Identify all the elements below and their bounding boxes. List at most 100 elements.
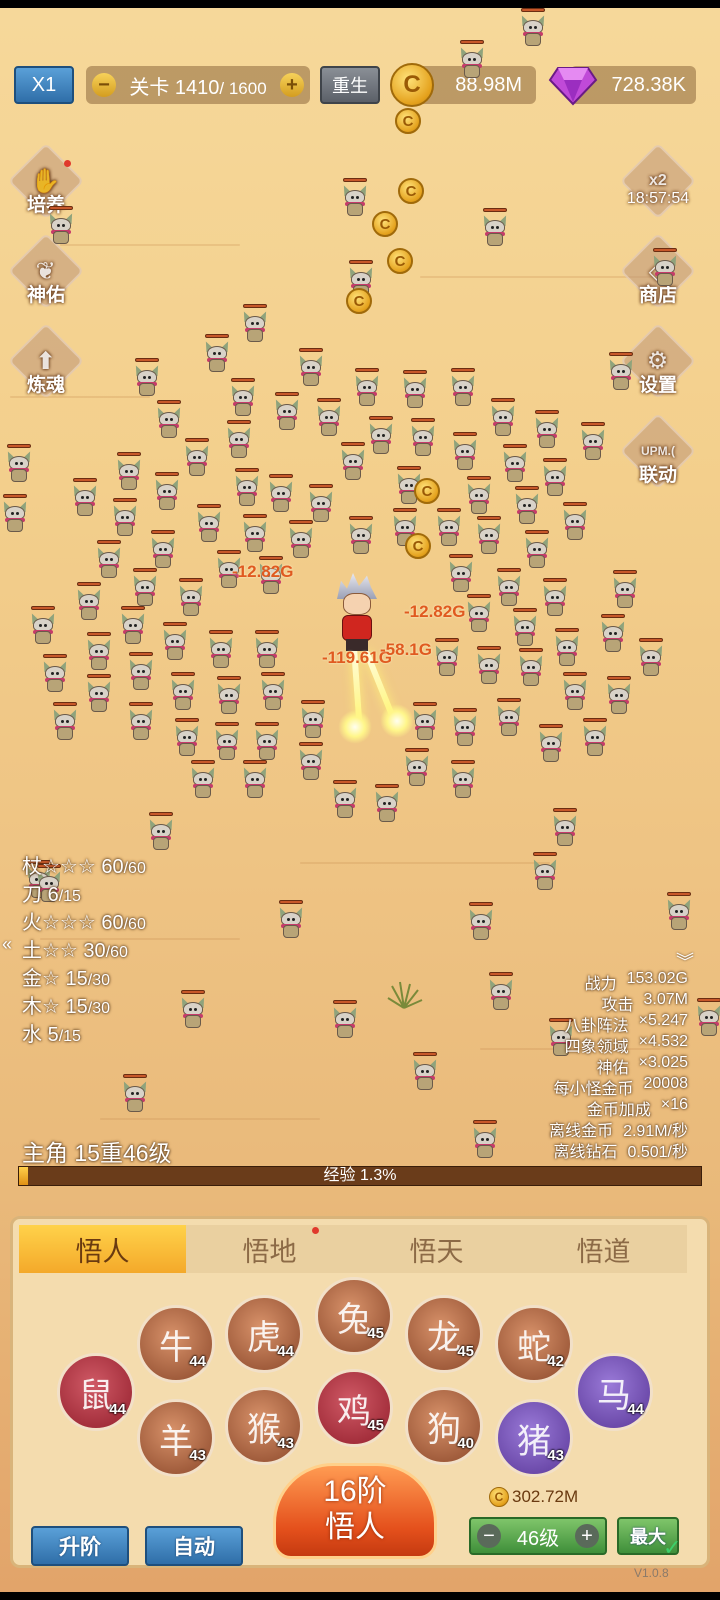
tab-wuren[interactable]: 悟人 <box>19 1225 186 1273</box>
check-icon: ✓ <box>663 1535 682 1560</box>
monster <box>578 422 608 462</box>
tab-wudao[interactable]: 悟道 <box>520 1225 687 1273</box>
monster <box>160 622 190 662</box>
monster <box>610 570 640 610</box>
tab-wutian[interactable]: 悟天 <box>353 1225 520 1273</box>
dropped-coin-icon: C <box>405 533 431 559</box>
side-blessing-button[interactable]: ❦ 神佑 <box>7 232 85 310</box>
weapon-water-stat: 水 5/15 <box>22 1024 81 1046</box>
impact-spark-icon <box>380 704 414 738</box>
monster <box>74 582 104 622</box>
coin-icon: C <box>489 1487 509 1507</box>
monster <box>530 852 560 892</box>
level-step-plus-button[interactable]: + <box>575 1524 599 1548</box>
exp-bar: 经验 1.3% <box>18 1166 702 1186</box>
stat-key: 离线钻石 <box>553 1144 618 1161</box>
link-button[interactable]: UPM.( 联动 <box>619 412 697 490</box>
weapon-wood-stat: 木☆ 15/30 <box>22 996 110 1018</box>
game-stage[interactable]: X1 − 关卡 1410/ 1600 + 重生 88.98M C 728.38K… <box>0 8 720 1592</box>
weapon-staff-stat: 杖☆☆☆ 60/60 <box>22 856 146 878</box>
monster <box>694 998 720 1038</box>
zodiac-ox-button[interactable]: 牛 44 <box>137 1305 215 1383</box>
zodiac-pig-button[interactable]: 猪 43 <box>495 1399 573 1477</box>
monster <box>516 648 546 688</box>
monster <box>296 742 326 782</box>
zodiac-rabbit-button[interactable]: 兔 45 <box>315 1277 393 1355</box>
level-plus-button[interactable]: + <box>279 73 304 97</box>
collapse-left-icon[interactable]: « <box>2 934 12 955</box>
level-step-minus-button[interactable]: − <box>477 1524 501 1548</box>
horse-icon: 马 <box>597 1376 631 1415</box>
monster <box>154 400 184 440</box>
monster <box>114 452 144 492</box>
monster <box>228 378 258 418</box>
monster <box>172 718 202 758</box>
monster <box>28 606 58 646</box>
weapon-fire-stat: 火☆☆☆ 60/60 <box>22 912 146 934</box>
monster <box>372 784 402 824</box>
damage-number: -12.82G <box>232 562 294 581</box>
pig-icon: 猪 <box>517 1422 551 1461</box>
tab-wudi[interactable]: 悟地 <box>186 1225 353 1273</box>
zodiac-snake-button[interactable]: 蛇 42 <box>495 1305 573 1383</box>
impact-spark-icon <box>338 710 372 744</box>
zodiac-rooster-button[interactable]: 鸡 45 <box>315 1369 393 1447</box>
level-total: / 1600 <box>219 78 267 98</box>
monster <box>598 614 628 654</box>
damage-number: -12.82G <box>404 602 466 621</box>
weapon-metal-stat: 金☆ 15/30 <box>22 968 110 990</box>
goat-icon: 羊 <box>159 1422 193 1461</box>
level-text: 关卡 1410/ 1600 <box>129 71 266 100</box>
zodiac-dragon-button[interactable]: 龙 45 <box>405 1295 483 1373</box>
monster <box>46 206 76 246</box>
rebirth-button[interactable]: 重生 <box>320 66 380 104</box>
zodiac-rat-button[interactable]: 鼠 44 <box>57 1353 135 1431</box>
monster <box>130 568 160 608</box>
zodiac-monkey-button[interactable]: 猴 43 <box>225 1387 303 1465</box>
side-refine-button[interactable]: ⬆ 炼魂 <box>7 322 85 400</box>
monster <box>446 554 476 594</box>
monster <box>148 530 178 570</box>
monster <box>450 432 480 472</box>
monster <box>194 504 224 544</box>
upgrade-tier-button[interactable]: 升阶 <box>31 1526 129 1566</box>
snake-icon: 蛇 <box>517 1328 551 1367</box>
monster <box>178 990 208 1030</box>
zodiac-horse-button[interactable]: 马 44 <box>575 1353 653 1431</box>
zodiac-level: 44 <box>109 1401 126 1418</box>
zodiac-level: 43 <box>547 1447 564 1464</box>
dog-icon: 狗 <box>427 1410 461 1449</box>
monkey-icon: 猴 <box>247 1410 281 1449</box>
monster <box>146 812 176 852</box>
monster <box>540 458 570 498</box>
weapon-earth-stat: 土☆☆ 30/60 <box>22 940 128 962</box>
level-step-value: 46级 <box>516 1527 560 1550</box>
auto-button[interactable]: 自动 <box>145 1526 243 1566</box>
cost-value: 302.72M <box>512 1487 579 1506</box>
hero-rank: 主角 15重46级 <box>22 1140 172 1166</box>
dropped-coin-icon: C <box>346 288 372 314</box>
monster <box>448 368 478 408</box>
monster <box>306 484 336 524</box>
zodiac-tiger-button[interactable]: 虎 44 <box>225 1295 303 1373</box>
zodiac-dog-button[interactable]: 狗 40 <box>405 1387 483 1465</box>
speed-button[interactable]: X1 <box>14 66 74 104</box>
monster <box>224 420 254 460</box>
monster <box>410 702 440 742</box>
monster <box>298 700 328 740</box>
double-speed-button[interactable]: x2 18:57:54 <box>619 142 697 220</box>
dropped-coin-icon: C <box>395 108 421 134</box>
zodiac-goat-button[interactable]: 羊 43 <box>137 1399 215 1477</box>
monster <box>408 418 438 458</box>
monster <box>486 972 516 1012</box>
tier-display-button[interactable]: 16阶 悟人 <box>273 1463 437 1559</box>
monster <box>120 1074 150 1114</box>
weapon-blade-stat: 刀 6/15 <box>22 884 81 906</box>
monster <box>232 468 262 508</box>
level-cost: C 302.72M <box>489 1487 578 1507</box>
rooster-icon: 鸡 <box>337 1392 371 1431</box>
monster <box>240 304 270 344</box>
monster <box>50 702 80 742</box>
monster <box>188 760 218 800</box>
level-minus-button[interactable]: − <box>92 73 116 97</box>
